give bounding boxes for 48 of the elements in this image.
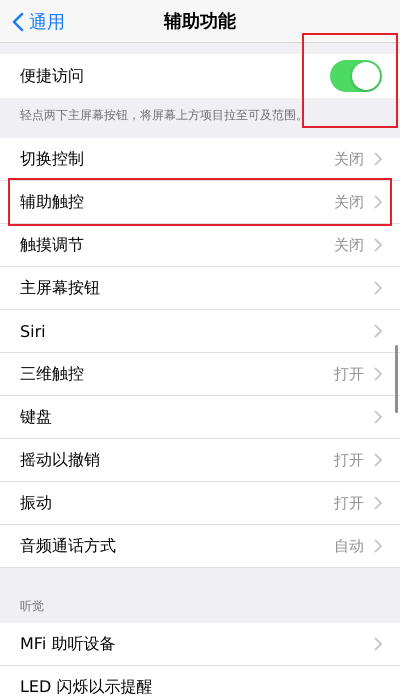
row-value: 打开 — [334, 494, 364, 512]
settings-row[interactable]: 振动 打开 — [0, 482, 400, 525]
row-value: 自动 — [334, 536, 364, 556]
scroll-indicator — [395, 345, 398, 413]
back-chevron-icon — [12, 12, 24, 32]
row-label: MFi 助听设备 — [20, 634, 116, 654]
footnote-text: 轻点两下主屏幕按钮，将屏幕上方项目拉至可及范围。 — [20, 108, 308, 122]
chevron-icon — [374, 281, 382, 295]
settings-row[interactable]: 辅助触控 关闭 — [0, 181, 400, 224]
settings-row[interactable]: 摇动以撤销 打开 — [0, 439, 400, 482]
row-label: 三维触控 — [20, 364, 84, 384]
row-label: 音频通话方式 — [20, 536, 116, 556]
row-label: 振动 — [20, 492, 52, 514]
row-value: 打开 — [334, 450, 364, 470]
chevron-icon — [374, 453, 382, 467]
row-value: 打开 — [334, 364, 364, 384]
screen-title: 辅助功能 — [164, 10, 236, 33]
chevron-icon — [374, 152, 382, 166]
row-label: LED 闪烁以示提醒 — [20, 676, 152, 698]
settings-row[interactable]: 触摸调节 关闭 — [0, 224, 400, 267]
settings-row[interactable]: Siri — [0, 310, 400, 353]
settings-row[interactable]: 切换控制 关闭 — [0, 138, 400, 181]
row-label: 辅助触控 — [20, 192, 84, 212]
settings-row[interactable]: LED 闪烁以示提醒 — [0, 666, 400, 698]
section-header: 听觉 — [20, 598, 44, 615]
row-value: 关闭 — [334, 150, 364, 168]
row-label: 切换控制 — [20, 148, 84, 170]
chevron-icon — [374, 539, 382, 553]
row-label: 触摸调节 — [20, 234, 84, 256]
chevron-icon — [374, 496, 382, 510]
row-value: 关闭 — [334, 236, 364, 254]
chevron-icon — [374, 195, 382, 209]
chevron-icon — [374, 637, 382, 651]
row-label: 摇动以撤销 — [20, 450, 100, 470]
row-label: Siri — [20, 322, 46, 340]
chevron-icon — [374, 238, 382, 252]
row-label: 便捷访问 — [20, 66, 84, 86]
row-value: 关闭 — [334, 192, 364, 212]
chevron-icon — [374, 324, 382, 338]
back-button[interactable]: 通用 — [10, 8, 67, 36]
row-label: 键盘 — [20, 406, 52, 428]
settings-row[interactable]: MFi 助听设备 — [0, 623, 400, 666]
chevron-icon — [374, 410, 382, 424]
settings-row[interactable]: 主屏幕按钮 — [0, 267, 400, 310]
row-label: 主屏幕按钮 — [20, 278, 100, 298]
settings-row[interactable]: 音频通话方式 自动 — [0, 525, 400, 568]
chevron-icon — [374, 367, 382, 381]
toggle-switch[interactable] — [330, 60, 382, 92]
